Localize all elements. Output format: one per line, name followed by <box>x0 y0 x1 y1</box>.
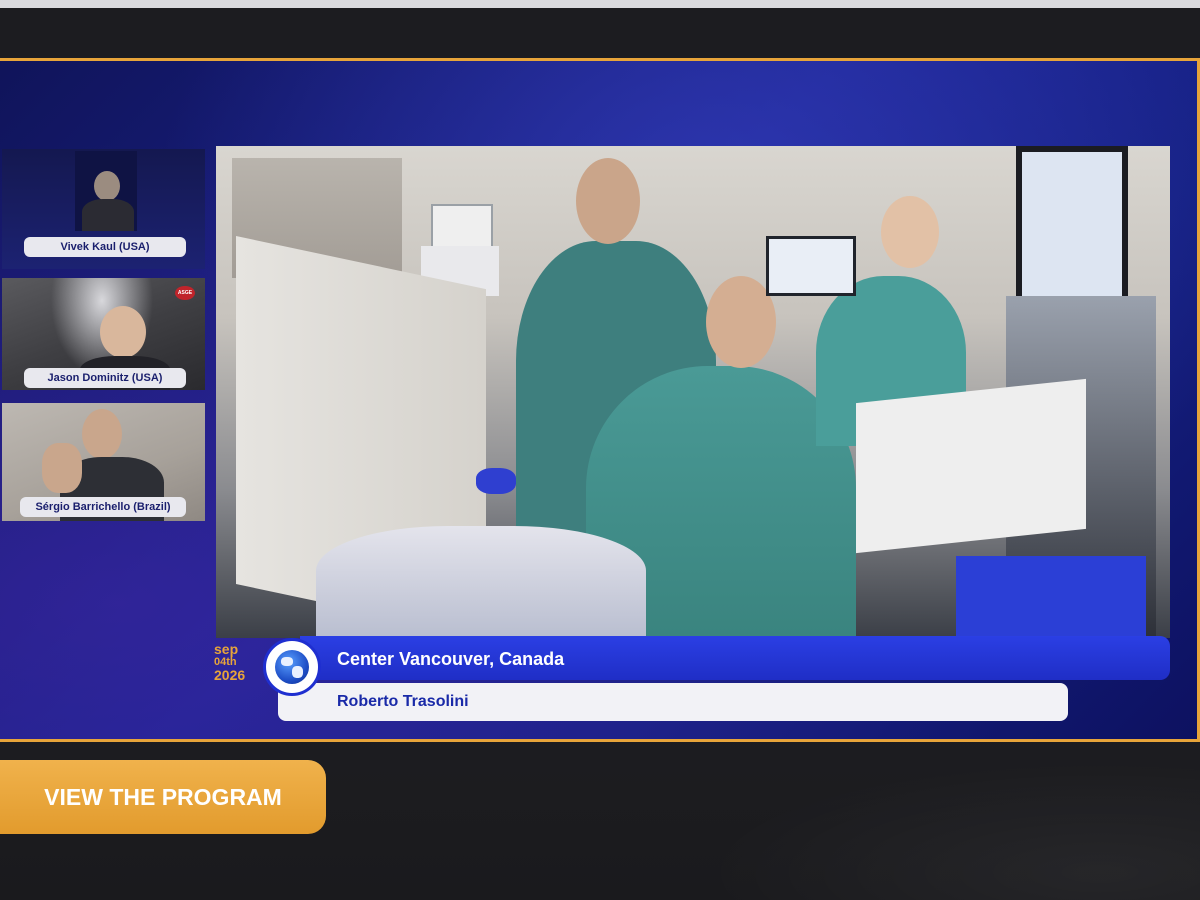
broadcast-stage: Vivek Kaul (USA) ASGE Jason Dominitz (US… <box>0 58 1200 742</box>
event-date: sep 04th 2026 <box>214 641 262 683</box>
procedure-table <box>856 378 1086 554</box>
patient-bed-sheet <box>316 526 646 638</box>
speaker-head <box>100 306 146 358</box>
screen-glare <box>700 760 1200 900</box>
main-video-feed <box>216 146 1170 638</box>
staff-2-head <box>881 196 939 268</box>
speaker-head <box>94 171 120 201</box>
speaker-tile-1: Vivek Kaul (USA) <box>2 149 205 269</box>
monitor-top-strip <box>0 0 1200 8</box>
presenter-name: Roberto Trasolini <box>337 693 469 710</box>
speaker-tile-3: Sérgio Barrichello (Brazil) <box>2 403 205 521</box>
blue-bin <box>956 556 1146 638</box>
speaker-body <box>82 199 134 231</box>
conference-logo-badge: ASGE <box>175 286 195 300</box>
speaker-head <box>82 409 122 459</box>
globe-icon <box>263 638 321 696</box>
view-program-button[interactable]: VIEW THE PROGRAM <box>0 760 326 834</box>
blue-glove <box>476 468 516 494</box>
speaker-name-label: Sérgio Barrichello (Brazil) <box>20 497 186 517</box>
endoscopy-monitor <box>1016 146 1128 308</box>
event-date-month: sep <box>214 641 239 657</box>
speaker-hand <box>42 443 82 493</box>
location-label: Center Vancouver, Canada <box>337 649 565 669</box>
tablet-screen <box>766 236 856 296</box>
speaker-name-label: Vivek Kaul (USA) <box>24 237 186 257</box>
event-date-year: 2026 <box>214 667 246 683</box>
monitor-device <box>431 204 493 250</box>
staff-1-head <box>576 158 640 244</box>
speaker-tile-2: ASGE Jason Dominitz (USA) <box>2 278 205 390</box>
speaker-name-label: Jason Dominitz (USA) <box>24 368 186 388</box>
